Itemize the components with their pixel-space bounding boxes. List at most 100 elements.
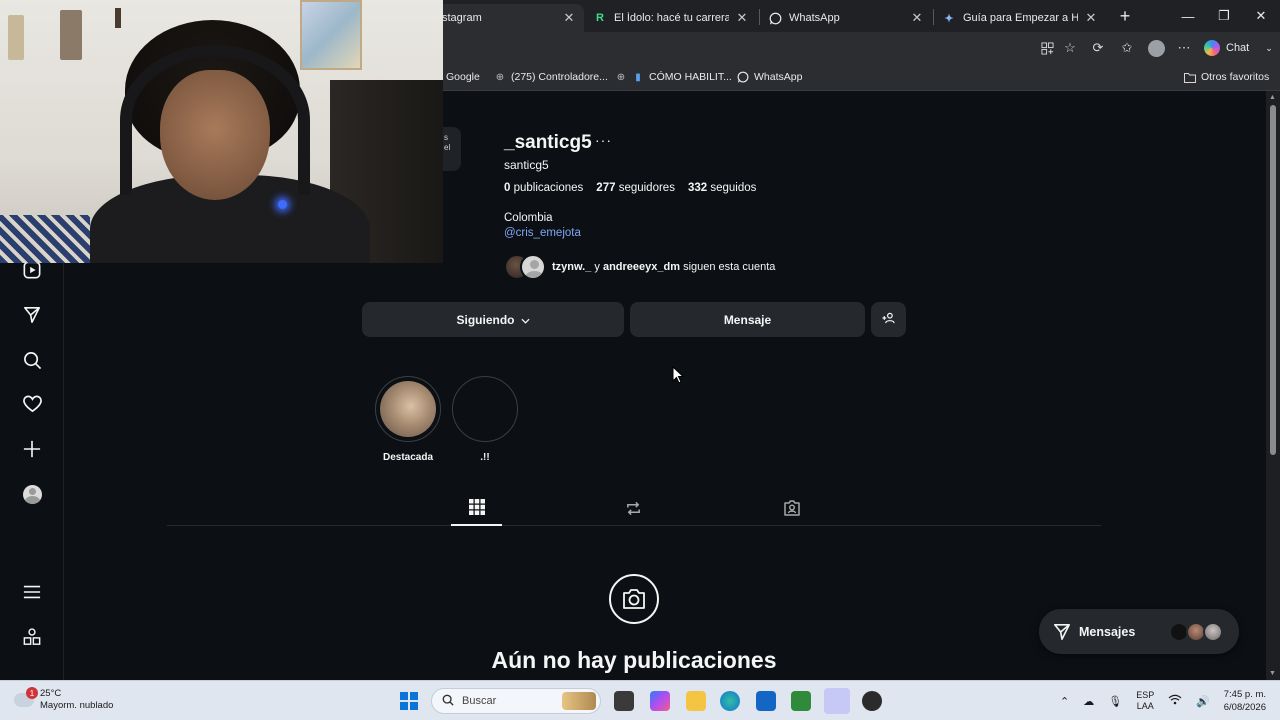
bookmark-whatsapp[interactable]: WhatsApp — [737, 69, 802, 85]
follower-user-1: tzynw._ — [552, 261, 592, 273]
system-clock[interactable]: 7:45 p. m. 6/08/2026 — [1212, 688, 1266, 714]
bookmark-google[interactable]: Google — [446, 69, 480, 85]
profile-full-name: santicg5 — [504, 158, 549, 172]
wall-decoration — [60, 10, 82, 60]
scroll-thumb[interactable] — [1270, 105, 1276, 455]
restore-button[interactable]: ❐ — [1206, 0, 1242, 32]
search-icon[interactable] — [20, 348, 44, 372]
followers-stat[interactable]: 277 seguidores — [596, 182, 675, 194]
empty-state-title: Aún no hay publicaciones — [491, 647, 777, 673]
menu-icon[interactable] — [20, 580, 44, 604]
other-favorites[interactable]: Otros favoritos — [1184, 69, 1269, 85]
more-menu-icon[interactable]: ⋯ — [1174, 38, 1194, 58]
story-highlight[interactable]: Destacada — [374, 376, 442, 463]
bookmark-label: Otros favoritos — [1201, 71, 1270, 83]
close-icon[interactable]: ✕ — [562, 10, 576, 26]
cloud-sync-icon[interactable]: ☁ — [1083, 695, 1094, 708]
tab-whatsapp[interactable]: WhatsApp ✕ — [760, 4, 932, 32]
tagged-icon — [783, 499, 801, 522]
bookmark-label: (275) Controladore... — [511, 71, 608, 83]
pillow — [0, 215, 90, 263]
task-view-icon[interactable] — [614, 691, 634, 711]
add-user-icon — [882, 312, 895, 327]
messages-button[interactable]: Mensajes — [1039, 609, 1239, 654]
wall-poster — [300, 0, 362, 70]
favorites-icon[interactable]: ✩ — [1117, 38, 1137, 58]
close-window-button[interactable]: ✕ — [1243, 0, 1279, 32]
volume-icon[interactable]: 🔊 — [1196, 695, 1210, 708]
bookmark-como-habilit[interactable]: ⊕ ▮ CÓMO HABILIT... — [615, 69, 732, 85]
page-scrollbar[interactable]: ▲ ▼ — [1266, 91, 1280, 680]
file-explorer-icon[interactable] — [686, 691, 706, 711]
highlight-image — [380, 381, 436, 437]
message-button[interactable]: Mensaje — [630, 302, 865, 337]
posts-label: publicaciones — [513, 182, 584, 194]
wifi-icon[interactable] — [1168, 694, 1182, 708]
highlight-label: Destacada — [382, 452, 434, 463]
bookmark-controladores[interactable]: ⊕ (275) Controladore... — [494, 69, 608, 85]
messages-label: Mensajes — [1079, 624, 1136, 639]
app-icon[interactable] — [862, 691, 882, 711]
suggested-users-button[interactable] — [871, 302, 906, 337]
following-label: seguidos — [710, 182, 757, 194]
copilot-chat-button[interactable]: Chat ⌄ — [1204, 38, 1273, 58]
highlight-cover — [375, 376, 441, 442]
discord-icon[interactable] — [824, 688, 850, 714]
profile-stats: 0 publicaciones 277 seguidores 332 segui… — [504, 182, 756, 194]
following-button-label: Siguiendo — [456, 312, 515, 327]
send-icon[interactable] — [20, 303, 44, 327]
minecraft-icon[interactable] — [791, 691, 811, 711]
scroll-down-icon[interactable]: ▼ — [1269, 670, 1276, 677]
close-icon[interactable]: ✕ — [735, 10, 749, 26]
new-tab-button[interactable]: + — [1107, 0, 1143, 32]
following-stat[interactable]: 332 seguidos — [688, 182, 756, 194]
tab-reposts[interactable] — [608, 495, 659, 526]
close-icon[interactable]: ✕ — [910, 10, 924, 26]
profile-avatar-icon[interactable] — [1146, 38, 1166, 58]
taskbar-search[interactable]: Buscar — [431, 688, 601, 714]
following-button[interactable]: Siguiendo — [362, 302, 624, 337]
tab-posts[interactable] — [451, 495, 502, 526]
star-icon[interactable]: ☆ — [1060, 38, 1080, 58]
tab-title: Guía para Empezar a Hacer St — [963, 12, 1078, 24]
microsoft-store-icon[interactable] — [756, 691, 776, 711]
following-count: 332 — [687, 182, 708, 194]
profile-options-button[interactable]: ··· — [595, 132, 612, 148]
followers-label: seguidores — [618, 182, 675, 194]
tab-title: stagram — [442, 12, 482, 24]
microphone-icon[interactable]: 🎙 — [1108, 695, 1122, 708]
minimize-button[interactable]: — — [1170, 0, 1206, 32]
bio-mention-link[interactable]: @cris_emejota — [504, 227, 581, 239]
microsoft-365-icon[interactable] — [650, 691, 670, 711]
chevron-up-icon[interactable]: ⌃ — [1060, 695, 1069, 708]
edge-icon[interactable] — [720, 691, 740, 711]
followed-by-text: tzynw._ y andreeeyx_dm siguen esta cuent… — [552, 261, 775, 273]
heart-icon[interactable] — [20, 392, 44, 416]
tab-el-idolo[interactable]: R El Ídolo: hacé tu carrera en la l ✕ — [585, 4, 757, 32]
and-text: y — [594, 261, 600, 273]
more-apps-icon[interactable] — [20, 625, 44, 649]
lang-bottom: LAA — [1136, 701, 1154, 711]
chevron-down-icon[interactable]: ⌄ — [1265, 43, 1273, 54]
story-highlight[interactable]: .!! — [451, 376, 519, 463]
sync-icon[interactable]: ⟳ — [1088, 38, 1108, 58]
tab-instagram[interactable]: stagram ✕ — [434, 4, 584, 32]
send-icon — [1053, 623, 1071, 641]
language-indicator[interactable]: ESP LAA — [1136, 690, 1154, 712]
create-plus-icon[interactable] — [20, 437, 44, 461]
partial-popup-card: s el — [443, 127, 461, 171]
tab-tagged[interactable] — [766, 495, 817, 526]
close-icon[interactable]: ✕ — [1084, 10, 1098, 26]
profile-icon[interactable] — [20, 482, 44, 506]
whatsapp-icon — [737, 71, 749, 83]
globe-icon: ⊕ — [616, 71, 626, 83]
followed-by[interactable]: tzynw._ y andreeeyx_dm siguen esta cuent… — [504, 254, 775, 280]
split-screen-icon[interactable] — [1037, 38, 1057, 58]
highlight-label: .!! — [480, 452, 490, 463]
tab-guia[interactable]: ✦ Guía para Empezar a Hacer St ✕ — [934, 4, 1106, 32]
scroll-up-icon[interactable]: ▲ — [1269, 94, 1276, 101]
wall-decoration — [8, 15, 24, 60]
camera-icon — [609, 574, 659, 624]
windows-start-button[interactable] — [400, 692, 418, 710]
chevron-down-icon — [520, 313, 530, 327]
